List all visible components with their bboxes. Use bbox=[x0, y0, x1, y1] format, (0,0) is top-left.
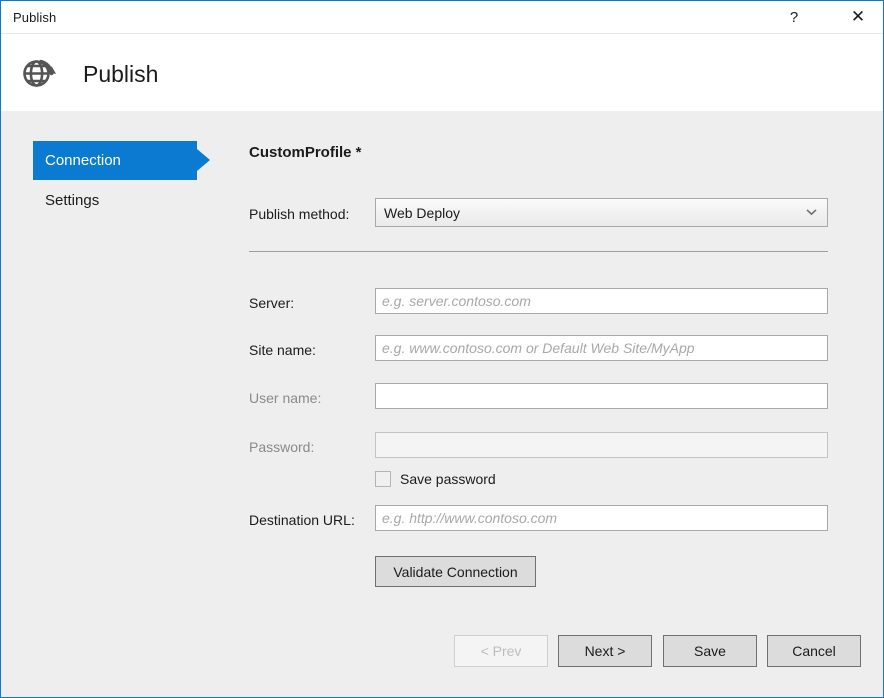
section-divider bbox=[249, 251, 828, 252]
user-name-input[interactable] bbox=[375, 383, 828, 409]
next-button[interactable]: Next > bbox=[558, 635, 652, 667]
title-bar: Publish ? ✕ bbox=[1, 1, 883, 34]
user-name-label: User name: bbox=[249, 390, 321, 406]
validate-connection-button[interactable]: Validate Connection bbox=[375, 556, 536, 587]
sidebar-item-settings[interactable]: Settings bbox=[33, 181, 197, 220]
page-title: Publish bbox=[83, 61, 158, 88]
dialog-body: Connection Settings CustomProfile * Publ… bbox=[1, 111, 883, 697]
help-icon[interactable]: ? bbox=[771, 1, 817, 33]
prev-button[interactable]: < Prev bbox=[454, 635, 548, 667]
site-name-label: Site name: bbox=[249, 342, 316, 358]
save-password-label: Save password bbox=[400, 471, 496, 487]
cancel-button[interactable]: Cancel bbox=[767, 635, 861, 667]
publish-method-label: Publish method: bbox=[249, 206, 349, 222]
save-password-checkbox[interactable]: Save password bbox=[375, 471, 496, 487]
sidebar-item-connection-label: Connection bbox=[45, 152, 121, 169]
publish-method-value: Web Deploy bbox=[384, 205, 460, 221]
publish-dialog-window: Publish ? ✕ Publish Connect bbox=[0, 0, 884, 698]
chevron-down-icon bbox=[806, 207, 817, 218]
window-title: Publish bbox=[13, 10, 56, 25]
close-icon[interactable]: ✕ bbox=[835, 1, 881, 33]
site-name-input[interactable] bbox=[375, 335, 828, 361]
dialog-header: Publish bbox=[1, 34, 883, 111]
destination-url-label: Destination URL: bbox=[249, 512, 355, 528]
profile-name-title: CustomProfile * bbox=[249, 144, 362, 161]
server-input[interactable] bbox=[375, 288, 828, 314]
save-button[interactable]: Save bbox=[663, 635, 757, 667]
globe-publish-icon bbox=[17, 51, 61, 95]
password-input[interactable] bbox=[375, 432, 828, 458]
publish-method-dropdown[interactable]: Web Deploy bbox=[375, 198, 828, 227]
checkbox-box-icon bbox=[375, 471, 391, 487]
password-label: Password: bbox=[249, 439, 314, 455]
connection-pane: CustomProfile * Publish method: Web Depl… bbox=[231, 111, 883, 631]
dialog-footer: < Prev Next > Save Cancel bbox=[1, 619, 883, 697]
sidebar-item-settings-label: Settings bbox=[45, 192, 99, 209]
sidebar-nav: Connection Settings bbox=[1, 111, 231, 631]
server-label: Server: bbox=[249, 295, 294, 311]
sidebar-item-connection[interactable]: Connection bbox=[33, 141, 197, 180]
destination-url-input[interactable] bbox=[375, 505, 828, 531]
